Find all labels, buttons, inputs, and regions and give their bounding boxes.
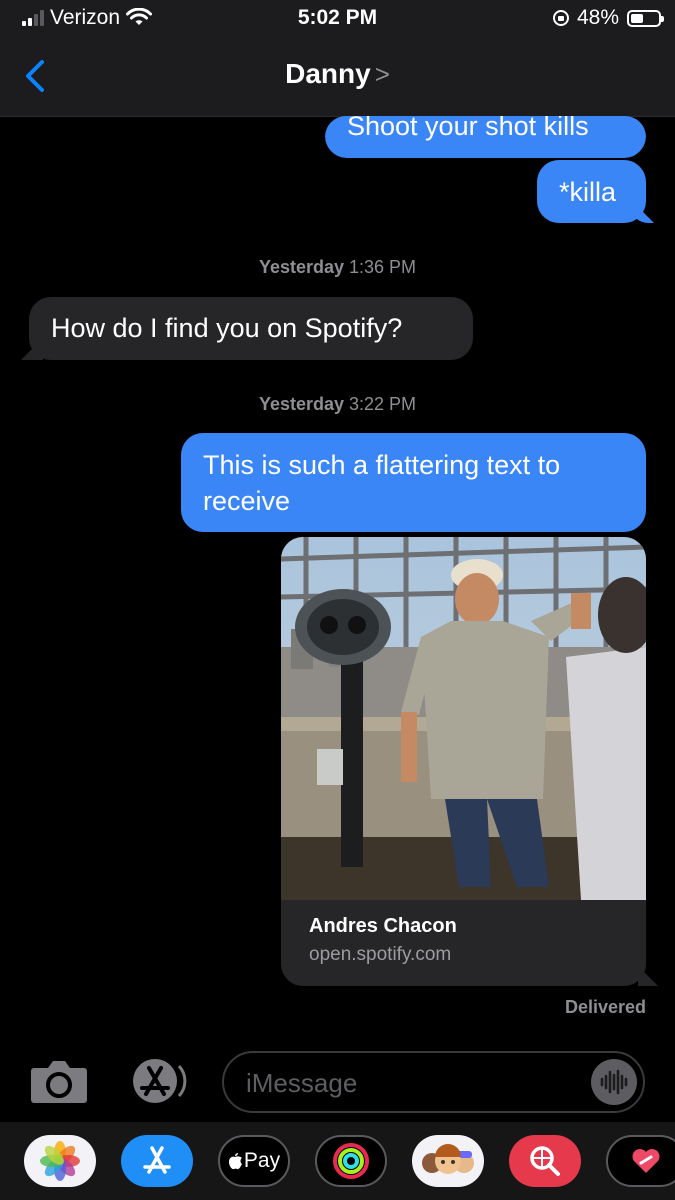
audio-waveform-icon[interactable] <box>591 1059 637 1105</box>
message-bubble-incoming[interactable]: How do I find you on Spotify? <box>29 297 473 360</box>
contact-name[interactable]: Danny <box>285 58 371 89</box>
apple-pay-icon[interactable]: Pay <box>218 1135 290 1187</box>
photos-icon[interactable] <box>24 1135 96 1187</box>
timestamp: Yesterday 1:36 PM <box>0 257 675 278</box>
battery-group: 48% <box>552 6 664 30</box>
link-preview-photo <box>281 537 646 900</box>
app-store-icon[interactable] <box>126 1058 188 1104</box>
contact-name-button[interactable]: Danny > <box>0 58 675 90</box>
link-preview-title: Andres Chacon <box>309 915 457 937</box>
timestamp-day: Yesterday <box>258 257 344 277</box>
timestamp-day: Yesterday <box>258 394 344 414</box>
link-preview-url: open.spotify.com <box>309 944 452 965</box>
message-bubble-outgoing[interactable]: *killa <box>537 160 646 223</box>
activity-icon[interactable] <box>315 1135 387 1187</box>
message-input[interactable] <box>244 1063 588 1103</box>
apple-pay-label: Pay <box>243 1149 281 1172</box>
bubble-tail <box>638 966 658 986</box>
message-text: *killa <box>559 177 617 207</box>
battery-percent: 48% <box>576 6 619 29</box>
link-preview-card[interactable]: Andres Chacon open.spotify.com <box>281 537 646 986</box>
web-search-icon[interactable] <box>509 1135 581 1187</box>
navigation-header: Verizon 5:02 PM 48% Danny > <box>0 0 675 117</box>
app-store-icon[interactable] <box>121 1135 193 1187</box>
battery-icon <box>627 9 664 27</box>
timestamp-time: 1:36 PM <box>349 257 417 277</box>
message-text: This is such a flattering text to receiv… <box>203 450 561 516</box>
message-text: How do I find you on Spotify? <box>51 313 403 343</box>
timestamp-time: 3:22 PM <box>349 394 417 414</box>
chevron-right-icon: > <box>374 59 390 89</box>
timestamp: Yesterday 3:22 PM <box>0 394 675 415</box>
delivery-status: Delivered <box>564 997 646 1017</box>
memoji-icon[interactable] <box>412 1135 484 1187</box>
status-bar: Verizon 5:02 PM 48% <box>0 0 675 40</box>
apple-logo-icon <box>228 1153 242 1170</box>
heart-sticker-icon[interactable] <box>606 1135 675 1187</box>
message-bubble-outgoing[interactable]: This is such a flattering text to receiv… <box>181 433 646 532</box>
orientation-lock-icon <box>552 10 569 26</box>
app-drawer: Pay <box>0 1122 675 1200</box>
imessage-input-field[interactable] <box>222 1051 645 1113</box>
link-preview-meta: Andres Chacon open.spotify.com <box>309 915 457 966</box>
camera-icon[interactable] <box>30 1058 88 1104</box>
